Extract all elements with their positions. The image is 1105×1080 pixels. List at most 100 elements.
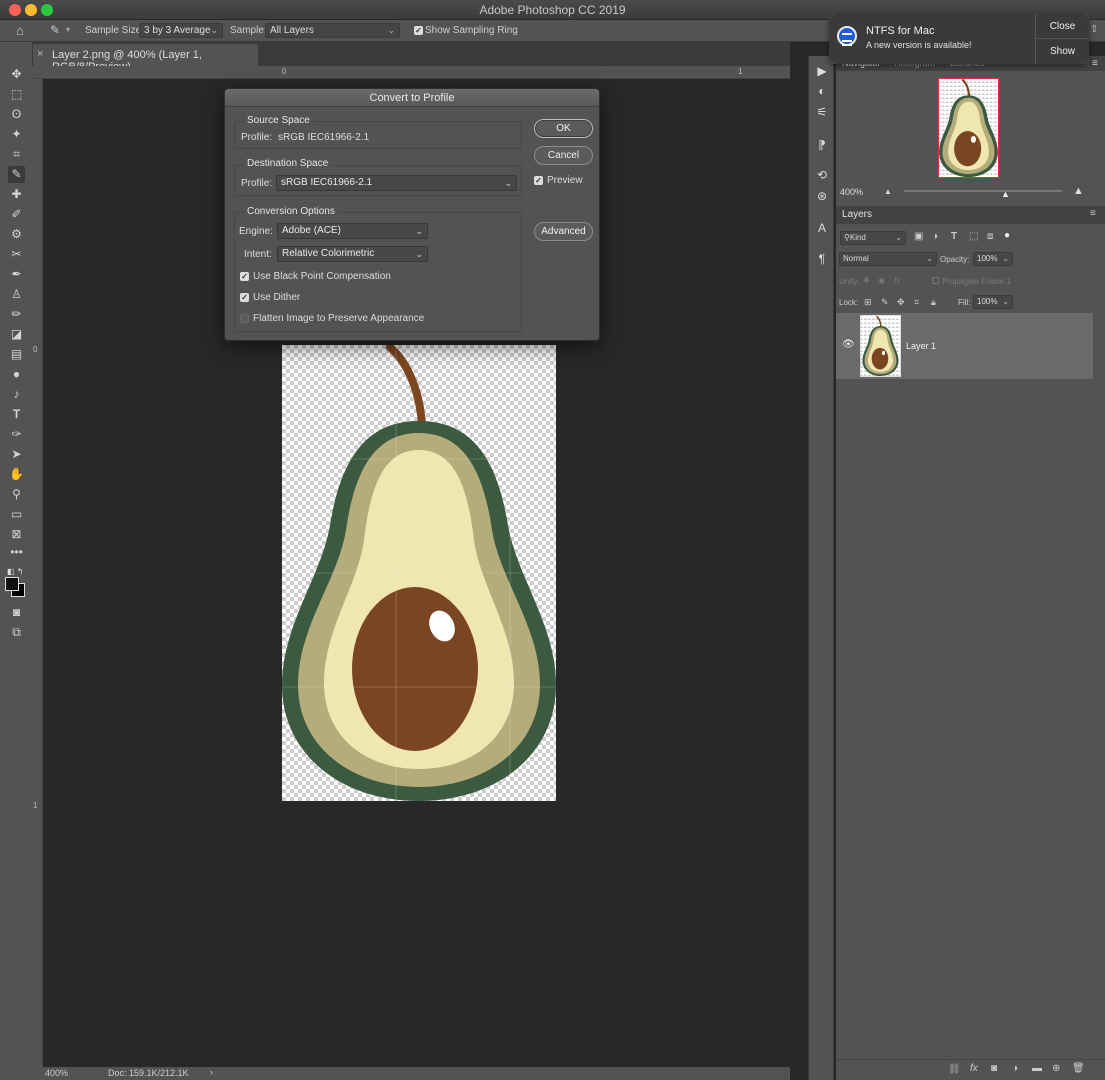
blur-tool-icon[interactable]: ●: [8, 366, 25, 383]
adjustment-filter-icon[interactable]: ◑: [932, 231, 938, 242]
shape-filter-icon[interactable]: ⬚: [969, 231, 978, 242]
link-layers-icon[interactable]: ⛓: [948, 1064, 961, 1075]
advanced-button[interactable]: Advanced: [534, 222, 593, 241]
cancel-button[interactable]: Cancel: [534, 146, 593, 165]
engine-select[interactable]: Adobe (ACE) ⌄: [277, 223, 428, 239]
marquee-tool-icon[interactable]: ⬚: [8, 86, 25, 103]
crop-tool-icon[interactable]: ⌗: [8, 146, 25, 163]
quick-select-tool-icon[interactable]: ✦: [8, 126, 25, 143]
properties-icon[interactable]: ⚟: [813, 103, 831, 121]
notification-show-button[interactable]: Show: [1036, 39, 1089, 64]
notification-close-button[interactable]: Close: [1036, 14, 1089, 39]
pen-tool-icon[interactable]: ✑: [8, 426, 25, 443]
layer-name[interactable]: Layer 1: [906, 341, 936, 351]
new-layer-icon[interactable]: ⊕: [1052, 1063, 1060, 1074]
rectangle-tool-icon[interactable]: ▭: [8, 506, 25, 523]
opacity-label: Opacity:: [940, 255, 970, 264]
paragraph-alt-icon[interactable]: ¶: [813, 250, 831, 268]
fill-field[interactable]: 100% ⌄: [973, 295, 1013, 309]
system-notification[interactable]: NTFS for Mac A new version is available!…: [829, 14, 1089, 64]
use-dither-checkbox[interactable]: ✓: [240, 293, 249, 302]
quick-mask-icon[interactable]: ◙: [8, 604, 25, 621]
adjustments-icon[interactable]: ◐: [813, 82, 831, 100]
propagate-frame-checkbox[interactable]: [932, 277, 939, 284]
layer-filter-kind-select[interactable]: ⚲Kind ⌄: [840, 231, 906, 245]
opacity-field[interactable]: 100% ⌄: [973, 252, 1013, 266]
more-tools-icon[interactable]: •••: [8, 544, 25, 561]
stamp-tool-icon[interactable]: ♙: [8, 286, 25, 303]
tab-layers[interactable]: Layers: [842, 209, 872, 220]
hand-tool-icon[interactable]: ✋: [8, 466, 25, 483]
add-mask-icon[interactable]: ◙: [991, 1063, 997, 1074]
home-icon[interactable]: ⌂: [16, 23, 24, 38]
eyedropper-icon[interactable]: ✎: [50, 23, 60, 37]
swap-colors-icon[interactable]: ◧ ↰: [7, 565, 27, 576]
navigator-menu-icon[interactable]: ≡: [1092, 58, 1098, 69]
type-icon[interactable]: A: [813, 219, 831, 237]
healing-brush-tool-icon[interactable]: ✚: [8, 186, 25, 203]
layer-row[interactable]: 👁︎ Layer 1: [836, 313, 1093, 379]
zoom-in-icon[interactable]: ▲: [1073, 185, 1084, 197]
sample-size-select[interactable]: 3 by 3 Average ⌄: [139, 23, 223, 38]
zoom-tool-icon[interactable]: ⚲: [8, 486, 25, 503]
filter-toggle-icon[interactable]: ●: [1004, 230, 1010, 241]
new-group-icon[interactable]: ▬: [1032, 1063, 1042, 1074]
lock-position-icon[interactable]: ✥: [897, 297, 905, 308]
move-tool-icon[interactable]: ✥: [8, 66, 25, 83]
frame-tool-icon[interactable]: ⊠: [8, 526, 25, 543]
document-tab[interactable]: × Layer 2.png @ 400% (Layer 1, RGB/8/Pre…: [30, 44, 258, 73]
close-icon[interactable]: ×: [37, 48, 43, 60]
layer-style-icon[interactable]: fx: [970, 1063, 978, 1074]
smart-object-filter-icon[interactable]: ⧈: [987, 231, 993, 242]
play-icon[interactable]: ▶: [813, 62, 831, 80]
dodge-tool-icon[interactable]: ♪: [8, 386, 25, 403]
chevron-down-icon[interactable]: ▾: [66, 25, 70, 34]
eye-icon[interactable]: 👁︎: [842, 339, 855, 350]
brush-tool-icon[interactable]: ✐: [8, 206, 25, 223]
intent-select[interactable]: Relative Colorimetric ⌄: [277, 246, 428, 262]
type-filter-icon[interactable]: T: [951, 231, 957, 242]
eraser-tool-icon[interactable]: ◪: [8, 326, 25, 343]
black-point-compensation-checkbox[interactable]: ✓: [240, 272, 249, 281]
document-canvas[interactable]: [282, 343, 556, 801]
eyedropper-tool-icon[interactable]: ✎: [8, 166, 25, 183]
zoom-readout[interactable]: 400%: [45, 1068, 68, 1078]
libraries-icon[interactable]: ⊛: [813, 187, 831, 205]
trash-icon[interactable]: 🗑︎: [1072, 1063, 1085, 1074]
sample-select[interactable]: All Layers ⌄: [265, 23, 400, 38]
gradient-tool-icon[interactable]: ▤: [8, 346, 25, 363]
status-menu-arrow[interactable]: ›: [210, 1067, 213, 1077]
brush-alt-tool-icon[interactable]: ✒: [8, 266, 25, 283]
path-select-tool-icon[interactable]: ➤: [8, 446, 25, 463]
show-sampling-ring-checkbox[interactable]: ✓: [414, 26, 423, 35]
art-history-tool-icon[interactable]: ✏: [8, 306, 25, 323]
pixel-layer-filter-icon[interactable]: ▣: [914, 231, 923, 242]
clone-stamp-tool-icon[interactable]: ⚙: [8, 226, 25, 243]
blend-mode-select[interactable]: Normal ⌄: [839, 252, 937, 266]
navigator-zoom-value[interactable]: 400%: [840, 187, 863, 197]
foreground-color-swatch[interactable]: [5, 577, 19, 591]
flatten-image-checkbox[interactable]: [240, 314, 249, 323]
lock-image-icon[interactable]: ✎: [881, 297, 889, 308]
preview-checkbox[interactable]: ✓: [534, 176, 543, 185]
type-tool-icon[interactable]: T: [8, 406, 25, 423]
paragraph-icon[interactable]: ⁋: [813, 136, 831, 154]
use-dither-label: Use Dither: [253, 292, 301, 303]
destination-profile-select[interactable]: sRGB IEC61966-2.1 ⌄: [276, 175, 517, 191]
lock-all-icon[interactable]: 🔒︎: [931, 297, 936, 308]
character-icon[interactable]: ⟲: [813, 166, 831, 184]
ok-button[interactable]: OK: [534, 119, 593, 138]
zoom-slider-handle[interactable]: ▲: [1001, 189, 1010, 199]
navigator-thumbnail[interactable]: [938, 78, 999, 178]
navigator-zoom-slider[interactable]: [904, 190, 1062, 192]
zoom-out-icon[interactable]: ▲: [884, 187, 892, 196]
adjustment-layer-icon[interactable]: ◑: [1012, 1063, 1018, 1074]
lock-transparent-icon[interactable]: ⊞: [864, 297, 872, 308]
screen-mode-icon[interactable]: ⧉: [8, 624, 25, 641]
sample-size-label: Sample Size:: [85, 25, 144, 36]
share-icon[interactable]: ⇧: [1090, 24, 1098, 35]
history-brush-tool-icon[interactable]: ✂: [8, 246, 25, 263]
lasso-tool-icon[interactable]: ʘ: [8, 106, 25, 123]
lock-artboard-icon[interactable]: ⌗: [914, 297, 919, 308]
panel-menu-icon[interactable]: ≡: [1090, 208, 1096, 219]
